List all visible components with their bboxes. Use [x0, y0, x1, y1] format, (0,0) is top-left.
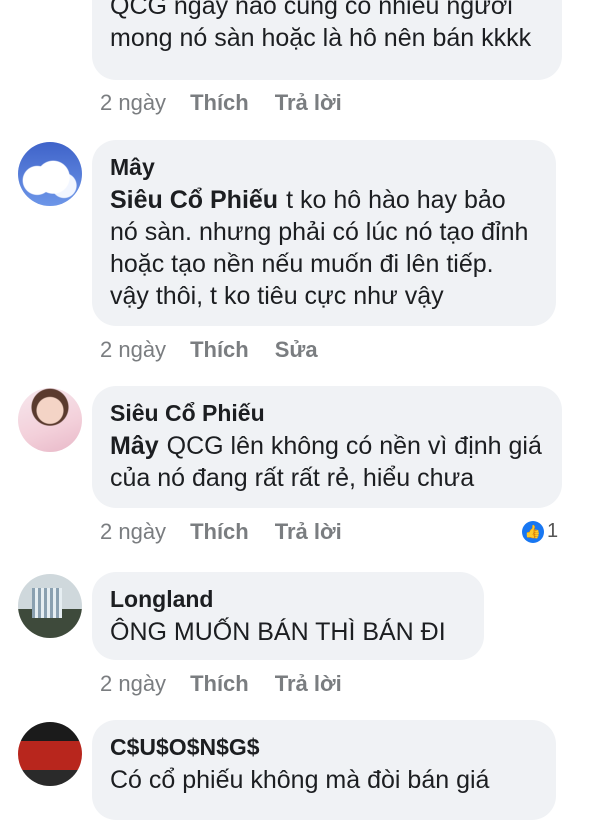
comment-author[interactable]: Longland [110, 584, 466, 614]
like-button[interactable]: Thích [190, 90, 249, 116]
reply-button[interactable]: Trả lời [275, 90, 342, 116]
comment-author[interactable]: C$U$O$N$G$ [110, 732, 538, 762]
avatar[interactable] [18, 574, 82, 638]
comment-author[interactable]: Siêu Cổ Phiếu [110, 398, 544, 428]
comment-bubble: QCG ngày nào cũng có nhiều người mong nó… [92, 0, 562, 80]
comment-text: QCG ngày nào cũng có nhiều người mong nó… [110, 0, 532, 52]
reaction-count: 1 [547, 520, 559, 542]
mention-tag[interactable]: Mây [110, 432, 159, 460]
comment-bubble: C$U$O$N$G$ Có cổ phiếu không mà đòi bán … [92, 720, 556, 820]
comment-time: 2 ngày [100, 337, 167, 362]
comment-actions: 2 ngày Thích Trả lời [100, 671, 368, 697]
comment-text: ÔNG MUỐN BÁN THÌ BÁN ĐI [110, 618, 446, 646]
reply-button[interactable]: Trả lời [275, 671, 342, 697]
comment-text: QCG lên không có nền vì định giá của nó … [110, 432, 542, 492]
comment-actions: 2 ngày Thích Trả lời [100, 90, 368, 116]
comment-actions: 2 ngày Thích Trả lời [100, 519, 368, 545]
like-button[interactable]: Thích [190, 519, 249, 545]
mention-tag[interactable]: Siêu Cổ Phiếu [110, 186, 278, 214]
comment-actions: 2 ngày Thích Sửa [100, 337, 344, 363]
thumbs-up-icon: 👍 [522, 520, 544, 543]
reaction-badge[interactable]: 👍 1 [522, 520, 558, 543]
comment-bubble: Mây Siêu Cổ Phiếu t ko hô hào hay bảo nó … [92, 140, 556, 326]
avatar[interactable] [18, 142, 82, 206]
comment-text: Có cổ phiếu không mà đòi bán giá [110, 766, 490, 794]
reply-button[interactable]: Trả lời [275, 519, 342, 545]
avatar[interactable] [18, 722, 82, 786]
comment-author[interactable]: Mây [110, 152, 538, 182]
like-button[interactable]: Thích [190, 671, 249, 697]
edit-button[interactable]: Sửa [275, 337, 318, 363]
comment-time: 2 ngày [100, 519, 167, 544]
avatar[interactable] [18, 388, 82, 452]
comment-bubble: Siêu Cổ Phiếu Mây QCG lên không có nền vì… [92, 386, 562, 508]
comment-time: 2 ngày [100, 90, 167, 115]
comment-bubble: Longland ÔNG MUỐN BÁN THÌ BÁN ĐI [92, 572, 484, 660]
comment-time: 2 ngày [100, 671, 167, 696]
like-button[interactable]: Thích [190, 337, 249, 363]
